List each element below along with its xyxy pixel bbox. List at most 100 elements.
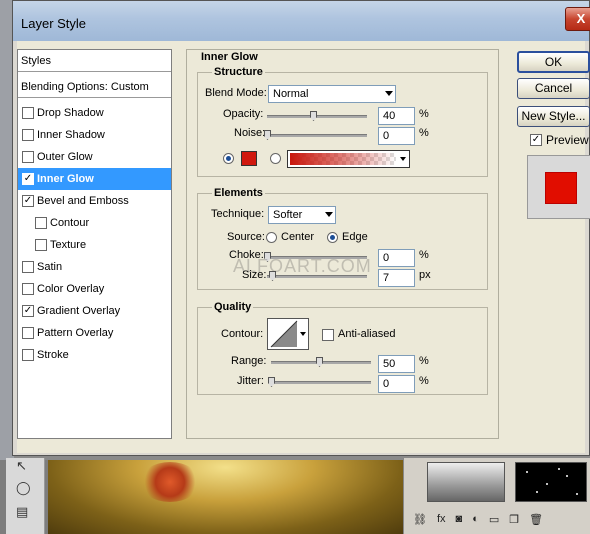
style-item[interactable]: ✓ Inner Glow <box>18 168 171 190</box>
blending-options-item[interactable]: Blending Options: Custom <box>18 76 171 98</box>
style-item-label: Stroke <box>37 349 69 361</box>
group-icon[interactable]: ▭ <box>489 513 499 526</box>
jitter-unit: % <box>419 375 429 387</box>
gradient-preview <box>290 153 396 165</box>
quality-title: Quality <box>212 301 254 313</box>
style-item[interactable]: Pattern Overlay <box>18 322 171 344</box>
anti-aliased-label: Anti-aliased <box>338 328 396 340</box>
opacity-input[interactable]: 40 <box>378 107 415 125</box>
solid-color-radio[interactable] <box>223 153 234 164</box>
style-item-label: Satin <box>37 261 63 273</box>
style-checkbox[interactable] <box>22 349 34 361</box>
styles-header[interactable]: Styles <box>18 50 171 72</box>
style-checkbox[interactable] <box>35 239 47 251</box>
chevron-down-icon <box>325 212 333 217</box>
style-checkbox[interactable]: ✓ <box>22 305 34 317</box>
style-preview <box>527 155 590 219</box>
opacity-slider[interactable] <box>267 115 367 118</box>
source-edge-label: Edge <box>342 231 368 243</box>
source-center-radio[interactable] <box>266 232 277 243</box>
size-unit: px <box>419 269 431 281</box>
gradient-radio[interactable] <box>270 153 281 164</box>
style-item[interactable]: Contour <box>18 212 171 234</box>
style-item[interactable]: Drop Shadow <box>18 102 171 124</box>
opacity-unit: % <box>419 108 429 120</box>
style-item[interactable]: Texture <box>18 234 171 256</box>
noise-unit: % <box>419 127 429 139</box>
layers-button-bar: ⛓ fx ◙ ◐ ▭ ❐ 🗑 <box>405 508 590 530</box>
style-item[interactable]: Color Overlay <box>18 278 171 300</box>
style-item[interactable]: Outer Glow <box>18 146 171 168</box>
style-item-label: Gradient Overlay <box>37 305 121 317</box>
style-checkbox[interactable]: ✓ <box>22 173 34 185</box>
watermark: ALFOART.COM <box>233 256 372 276</box>
style-item[interactable]: ✓ Bevel and Emboss <box>18 190 171 212</box>
jitter-label: Jitter: <box>237 375 264 387</box>
ok-button[interactable]: OK <box>517 51 590 73</box>
layer-thumbnail[interactable] <box>427 462 505 502</box>
trash-icon[interactable]: 🗑 <box>529 513 543 526</box>
chevron-down-icon <box>385 91 393 96</box>
jitter-slider[interactable] <box>271 381 371 384</box>
direct-select-icon[interactable]: ↖ <box>16 458 27 474</box>
noise-input[interactable]: 0 <box>378 127 415 145</box>
layer-thumbnail[interactable] <box>515 462 587 502</box>
link-icon[interactable]: ⛓ <box>413 513 427 526</box>
style-checkbox[interactable] <box>22 107 34 119</box>
style-checkbox[interactable] <box>22 261 34 273</box>
style-checkbox[interactable] <box>22 151 34 163</box>
elements-title: Elements <box>212 187 265 199</box>
style-checkbox[interactable] <box>22 129 34 141</box>
notes-tool-icon[interactable]: ▤ <box>16 504 28 520</box>
blend-mode-select[interactable]: Normal <box>268 85 396 103</box>
technique-label: Technique: <box>211 208 265 220</box>
source-edge-radio[interactable] <box>327 232 338 243</box>
style-checkbox[interactable] <box>35 217 47 229</box>
contour-label: Contour: <box>221 328 264 340</box>
glow-color-swatch[interactable] <box>241 151 257 166</box>
technique-value: Softer <box>273 209 303 221</box>
style-checkbox[interactable] <box>22 283 34 295</box>
range-unit: % <box>419 355 429 367</box>
technique-select[interactable]: Softer <box>268 206 336 224</box>
style-item-label: Contour <box>50 217 90 229</box>
style-item[interactable]: Inner Shadow <box>18 124 171 146</box>
noise-slider[interactable] <box>267 134 367 137</box>
chevron-down-icon <box>300 332 306 336</box>
size-input[interactable]: 7 <box>378 269 415 287</box>
noise-label: Noise: <box>234 127 266 139</box>
cancel-button[interactable]: Cancel <box>517 78 590 99</box>
dialog-titlebar[interactable]: Layer Style X <box>13 1 590 41</box>
gradient-picker[interactable] <box>287 150 410 168</box>
range-input[interactable]: 50 <box>378 355 415 373</box>
jitter-input[interactable]: 0 <box>378 375 415 393</box>
styles-list: Styles Blending Options: Custom Drop Sha… <box>17 49 172 439</box>
dialog-title: Layer Style <box>21 16 87 31</box>
chevron-down-icon <box>400 157 406 161</box>
ellipse-tool-icon[interactable]: ◯ <box>16 480 31 496</box>
style-item-label: Texture <box>50 239 87 251</box>
blend-mode-label: Blend Mode: <box>205 87 267 99</box>
contour-curve-icon <box>270 320 298 348</box>
style-item-label: Bevel and Emboss <box>37 195 129 207</box>
toolbox: ↖ ◯ ▤ <box>6 458 45 534</box>
contour-picker[interactable] <box>267 318 309 350</box>
adjustment-icon[interactable]: ◐ <box>472 513 479 525</box>
choke-input[interactable]: 0 <box>378 249 415 267</box>
style-checkbox[interactable]: ✓ <box>22 195 34 207</box>
style-item[interactable]: Satin <box>18 256 171 278</box>
new-layer-icon[interactable]: ❐ <box>509 513 519 526</box>
close-button[interactable]: X <box>565 7 590 31</box>
fx-icon[interactable]: fx <box>437 513 446 525</box>
style-item[interactable]: Stroke <box>18 344 171 366</box>
blend-mode-value: Normal <box>273 88 309 100</box>
anti-aliased-checkbox[interactable] <box>322 329 334 341</box>
style-item-label: Inner Glow <box>37 173 94 185</box>
mask-icon[interactable]: ◙ <box>456 513 463 525</box>
style-item[interactable]: ✓ Gradient Overlay <box>18 300 171 322</box>
style-checkbox[interactable] <box>22 327 34 339</box>
source-center-label: Center <box>281 231 315 243</box>
document-canvas[interactable] <box>48 460 403 534</box>
new-style-button[interactable]: New Style... <box>517 106 590 127</box>
preview-checkbox[interactable]: ✓ <box>530 134 542 146</box>
